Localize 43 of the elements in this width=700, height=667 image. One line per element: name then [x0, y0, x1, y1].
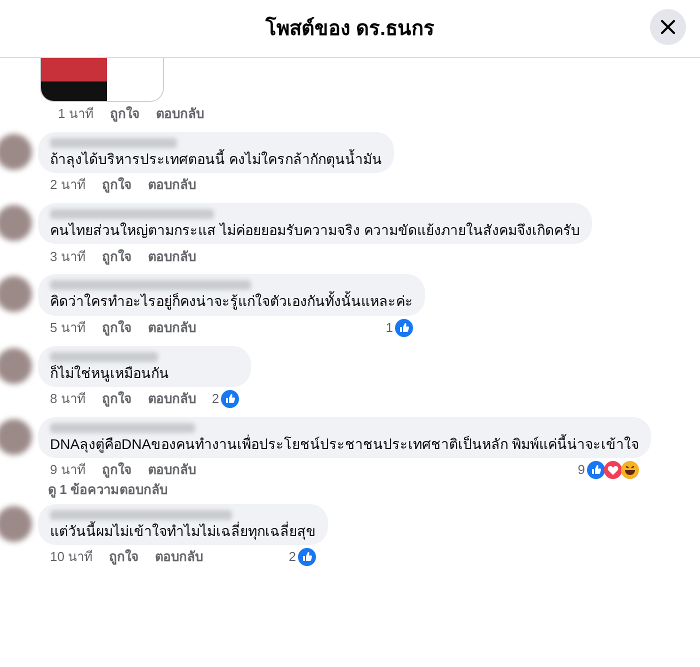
timestamp: 9 นาที: [50, 462, 86, 478]
avatar[interactable]: [0, 205, 32, 242]
like-link[interactable]: ถูกใจ: [109, 548, 140, 565]
close-icon: [660, 19, 676, 35]
timestamp: 5 นาที: [50, 320, 86, 336]
like-link[interactable]: ถูกใจ: [102, 462, 132, 478]
like-link[interactable]: ถูกใจ: [102, 320, 132, 336]
reaction-count: 2: [212, 390, 220, 407]
comment-text: แต่วันนี้ผมไม่เข้าใจทำไมไม่เฉลี่ยทุกเฉลี่ยสุข: [50, 522, 316, 540]
dialog-title: โพสต์ของ ดร.ธนกร: [265, 16, 435, 42]
comment-text: ถ้าลุงได้บริหารประเทศตอนนี้ คงไม่ใครกล้ากักตุนน้ำมัน: [50, 150, 382, 168]
reaction-count: 1: [386, 320, 393, 336]
reply-link[interactable]: ตอบกลับ: [148, 462, 196, 478]
timestamp: 10 นาที: [50, 548, 94, 565]
reply-link[interactable]: ตอบกลับ: [148, 177, 196, 193]
reply-link[interactable]: ตอบกลับ: [156, 106, 204, 122]
avatar[interactable]: [0, 418, 32, 455]
like-link[interactable]: ถูกใจ: [110, 106, 140, 122]
comment-text: DNAลุงตู่คือDNAของคนทำงานเพื่อประโยชน์ประชาชนประเทศชาติเป็นหลัก พิมพ์แค่นี้น่าจะเข้าใจ: [50, 434, 640, 453]
avatar[interactable]: [0, 348, 32, 384]
comment-text: คิดว่าใครทำอะไรอยู่ก็คงน่าจะรู้แก่ใจตัวเองกันทั้งนั้นแหละค่ะ: [50, 292, 413, 311]
timestamp: 2 นาที: [50, 177, 86, 193]
comment-text: ก็ไม่ใช่หนูเหมือนกัน: [50, 364, 170, 382]
like-link[interactable]: ถูกใจ: [102, 177, 132, 193]
avatar[interactable]: [0, 276, 32, 312]
photo-placeholder: [41, 58, 107, 101]
view-replies-link[interactable]: ดู 1 ข้อความตอบกลับ: [0, 482, 700, 498]
timestamp: 3 นาที: [50, 248, 86, 264]
reply-link[interactable]: ตอบกลับ: [148, 248, 196, 264]
like-link[interactable]: ถูกใจ: [102, 390, 132, 407]
media-thumbnail[interactable]: [40, 58, 164, 102]
reply-link[interactable]: ตอบกลับ: [148, 390, 196, 407]
reply-link[interactable]: ตอบกลับ: [155, 548, 204, 565]
reaction-count: 9: [578, 462, 586, 478]
timestamp: 1 นาที: [58, 106, 94, 122]
timestamp: 8 นาที: [50, 390, 86, 407]
like-link[interactable]: ถูกใจ: [102, 248, 132, 264]
comment-text: คนไทยส่วนใหญ่ตามกระแส ไม่ค่อยยอมรับความจริง ความขัดแย้งภายในสังคมจึงเกิดครับ: [50, 221, 580, 240]
close-button[interactable]: [650, 9, 686, 45]
reply-link[interactable]: ตอบกลับ: [148, 320, 196, 336]
avatar[interactable]: [0, 506, 32, 542]
avatar[interactable]: [0, 134, 32, 170]
reaction-count: 2: [288, 548, 296, 565]
